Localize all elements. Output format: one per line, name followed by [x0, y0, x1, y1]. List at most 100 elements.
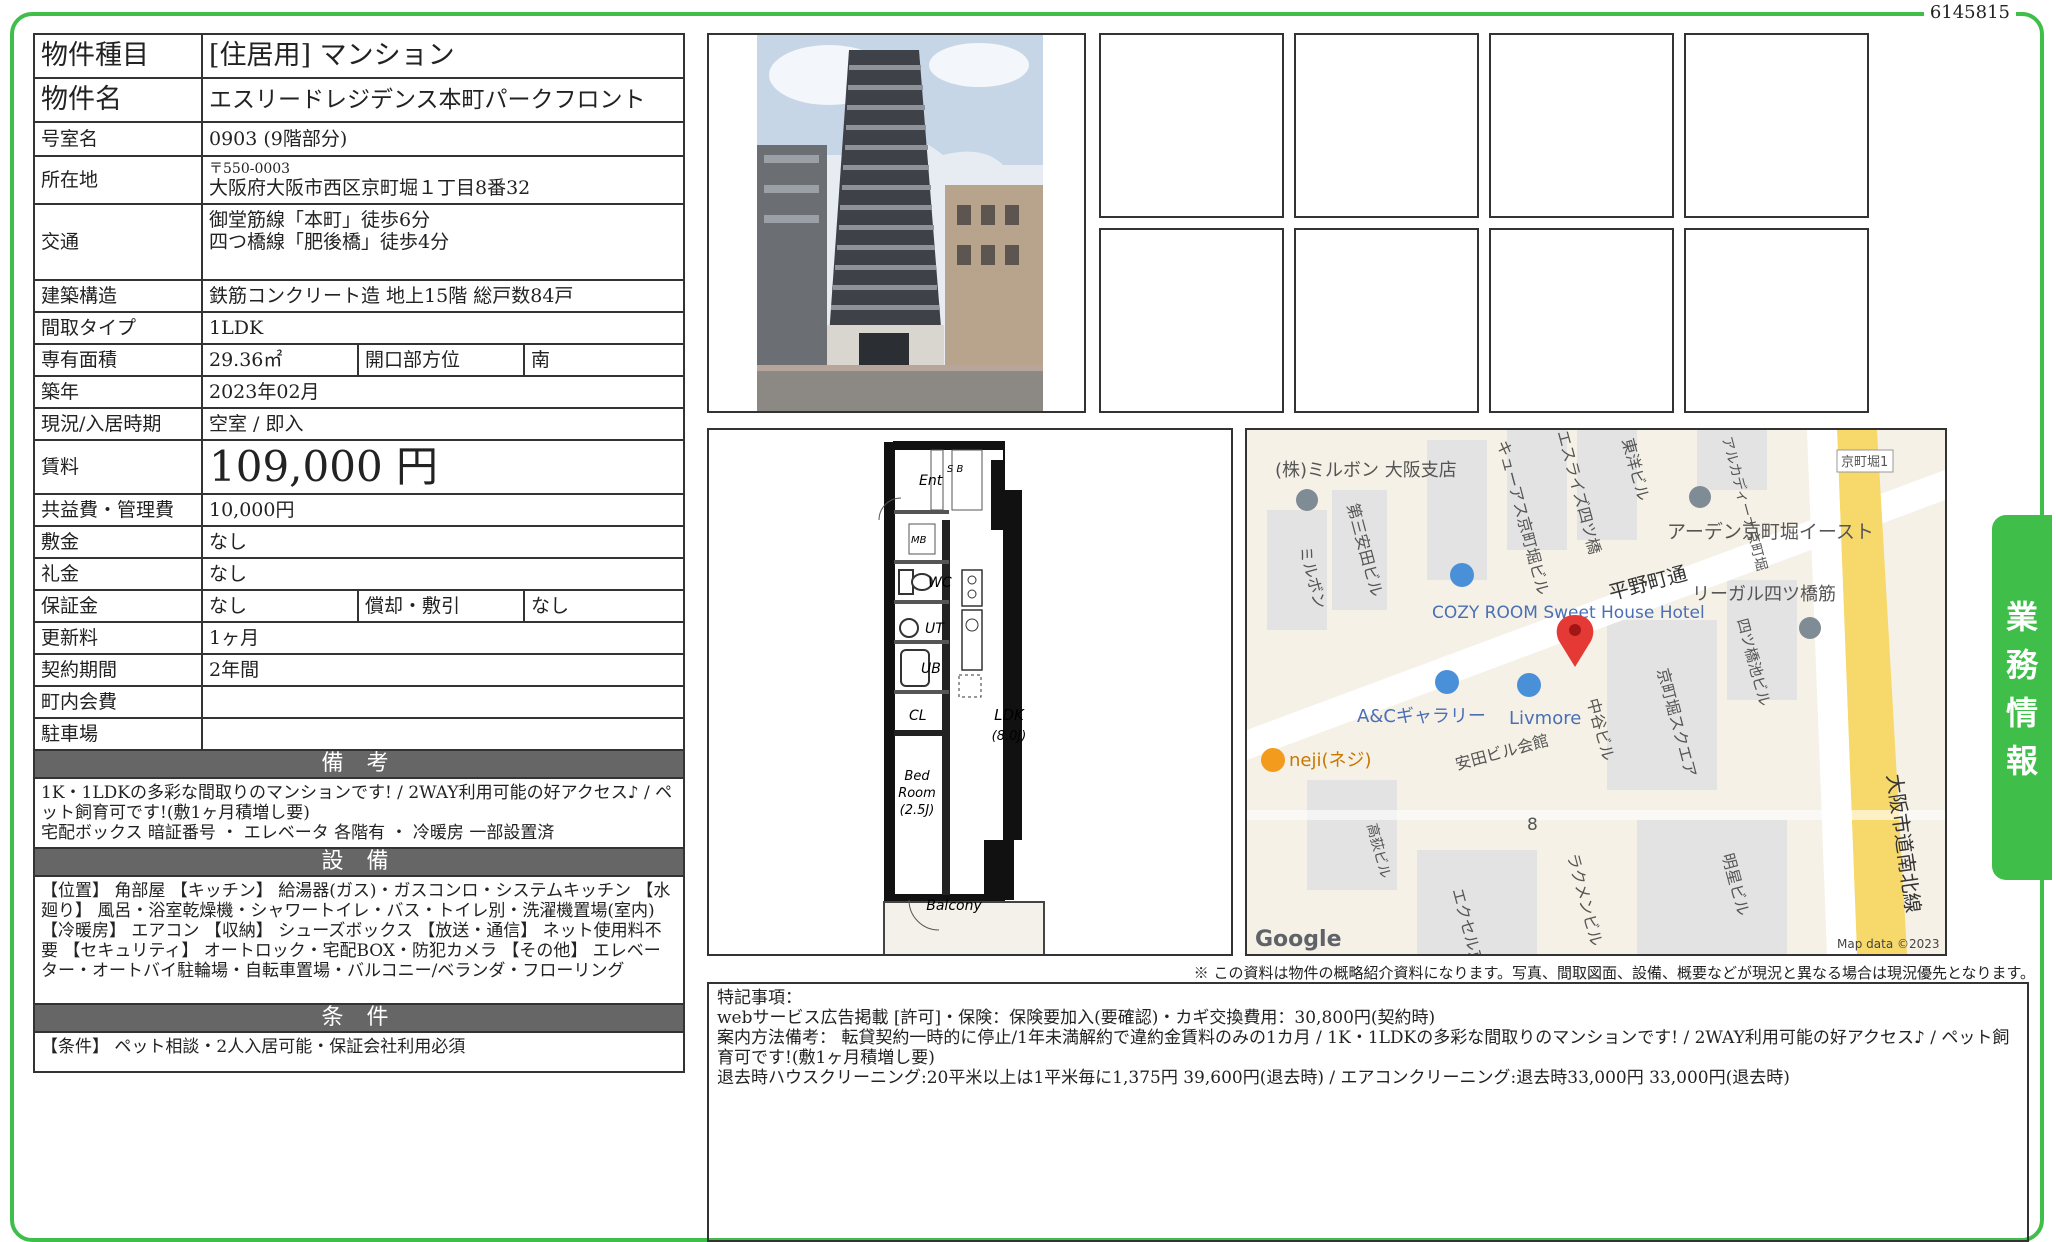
- map-google-logo: Google: [1255, 927, 1342, 952]
- plan-wc: WC: [928, 575, 952, 591]
- label-layout: 間取タイプ: [33, 311, 203, 345]
- value-community: [201, 685, 685, 719]
- plan-bed-size: (2.5J): [900, 803, 935, 818]
- photo-slot-4[interactable]: [1684, 33, 1869, 218]
- label-guarantee: 保証金: [33, 589, 203, 623]
- special-title: 特記事項：: [717, 988, 802, 1008]
- value-address: 〒550-0003 大阪府大阪市西区京町堀１丁目8番32: [201, 155, 685, 205]
- map-label-regal: リーガル四ツ橋筋: [1692, 584, 1836, 605]
- value-fee: 10,000円: [201, 493, 685, 527]
- special-line-2: 案内方法備考： 転貸契約一時的に停止/1年未満解約で違約金賃料のみの1カ月 / …: [717, 1028, 2010, 1068]
- map-canvas: (株)ミルボン 大阪支店 ミルボン 第三安田ビル キューアス京町堀ビル エスライ…: [1247, 430, 1945, 954]
- plan-ent: Ent: [919, 473, 943, 489]
- remarks-line-2: 宅配ボックス 暗証番号 ・ エレベータ 各階有 ・ 冷暖房 一部設置済: [41, 823, 555, 843]
- document-id: 6145815: [1923, 2, 2016, 23]
- label-fee: 共益費・管理費: [33, 493, 203, 527]
- label-key-money: 礼金: [33, 557, 203, 591]
- photo-slot-6[interactable]: [1294, 228, 1479, 413]
- map-label-ac: A&Cギャラリー: [1357, 706, 1486, 727]
- plan-ut: UT: [925, 621, 945, 637]
- map-label-neji: neji(ネジ): [1289, 750, 1372, 771]
- photo-slot-3[interactable]: [1489, 33, 1674, 218]
- address-text: 大阪府大阪市西区京町堀１丁目8番32: [209, 177, 531, 199]
- value-rent: 109,000 円: [201, 439, 685, 495]
- map-label-block8: 8: [1527, 815, 1538, 835]
- floor-plan[interactable]: Ent S B MB WC UT UB CL LDK (8.0J) Bed Ro…: [707, 428, 1233, 958]
- value-name: エスリードレジデンス本町パークフロント: [201, 77, 685, 123]
- plan-ldk: LDK: [994, 706, 1025, 724]
- value-contract: 2年間: [201, 653, 685, 687]
- plan-mb: MB: [911, 535, 927, 546]
- photo-slot-1[interactable]: [1099, 33, 1284, 218]
- map-label-arden: アーデン京町堀イースト: [1667, 521, 1874, 543]
- postal-code: 〒550-0003: [209, 161, 291, 177]
- plan-bed-2: Room: [898, 786, 936, 801]
- value-built: 2023年02月: [201, 375, 685, 409]
- label-room: 号室名: [33, 121, 203, 157]
- label-renewal: 更新料: [33, 621, 203, 655]
- remarks-line-1: 1K・1LDKの多彩な間取りのマンションです! / 2WAY利用可能の好アクセス…: [41, 783, 673, 823]
- photo-slot-8[interactable]: [1684, 228, 1869, 413]
- value-transport: 御堂筋線「本町」徒歩6分 四つ橋線「肥後橋」徒歩4分: [201, 203, 685, 281]
- label-type: 物件種目: [33, 33, 203, 79]
- label-community: 町内会費: [33, 685, 203, 719]
- remarks-body: 1K・1LDKの多彩な間取りのマンションです! / 2WAY利用可能の好アクセス…: [33, 777, 685, 849]
- building-photo[interactable]: [707, 33, 1086, 413]
- value-deposit: なし: [201, 525, 685, 559]
- value-status: 空室 / 即入: [201, 407, 685, 441]
- conditions-heading: 条 件: [33, 1003, 685, 1033]
- map-label-livmore: Livmore: [1509, 708, 1581, 729]
- value-amortization: なし: [523, 589, 685, 623]
- value-area: 29.36㎡: [201, 343, 359, 377]
- label-area: 専有面積: [33, 343, 203, 377]
- label-built: 築年: [33, 375, 203, 409]
- value-layout: 1LDK: [201, 311, 685, 345]
- map-label-milbon-branch: (株)ミルボン 大阪支店: [1275, 460, 1457, 481]
- label-deposit: 敷金: [33, 525, 203, 559]
- value-parking: [201, 717, 685, 751]
- value-type: [住居用] マンション: [201, 33, 685, 79]
- equipment-heading: 設 備: [33, 847, 685, 877]
- value-renewal: 1ヶ月: [201, 621, 685, 655]
- label-structure: 建築構造: [33, 279, 203, 313]
- plan-balcony: Balcony: [926, 898, 982, 914]
- floor-plan-drawing: Ent S B MB WC UT UB CL LDK (8.0J) Bed Ro…: [878, 441, 1045, 958]
- label-status: 現況/入居時期: [33, 407, 203, 441]
- restaurant-pin-icon: [1261, 748, 1285, 772]
- special-remarks: 特記事項： webサービス広告掲載 [許可]・保険：保険要加入(要確認)・カギ交…: [707, 982, 2029, 1242]
- photo-slot-7[interactable]: [1489, 228, 1674, 413]
- label-name: 物件名: [33, 77, 203, 123]
- plan-ub: UB: [921, 661, 941, 677]
- photo-slot-5[interactable]: [1099, 228, 1284, 413]
- special-line-1: webサービス広告掲載 [許可]・保険：保険要加入(要確認)・カギ交換費用：30…: [717, 1008, 1436, 1028]
- plan-cl: CL: [909, 708, 927, 724]
- equipment-body: 【位置】 角部屋 【キッチン】 給湯器(ガス)・ガスコンロ・システムキッチン 【…: [33, 875, 685, 1005]
- value-room: 0903 (9階部分): [201, 121, 685, 157]
- value-key-money: なし: [201, 557, 685, 591]
- remarks-heading: 備 考: [33, 749, 685, 779]
- value-direction: 南: [523, 343, 685, 377]
- label-amortization: 償却・敷引: [357, 589, 525, 623]
- label-transport: 交通: [33, 203, 203, 281]
- side-tab-label: 業務情報: [2005, 598, 2038, 780]
- label-contract: 契約期間: [33, 653, 203, 687]
- label-address: 所在地: [33, 155, 203, 205]
- label-rent: 賃料: [33, 439, 203, 495]
- label-parking: 駐車場: [33, 717, 203, 751]
- map-label-kyomachi1: 京町堀1: [1841, 455, 1888, 470]
- location-map[interactable]: (株)ミルボン 大阪支店 ミルボン 第三安田ビル キューアス京町堀ビル エスライ…: [1245, 428, 1947, 956]
- transport-line-2: 四つ橋線「肥後橋」徒歩4分: [209, 231, 450, 253]
- side-tab[interactable]: 業務情報: [1992, 515, 2052, 880]
- label-direction: 開口部方位: [357, 343, 525, 377]
- special-line-3: 退去時ハウスクリーニング:20平米以上は1平米毎に1,375円 39,600円(…: [717, 1068, 1790, 1088]
- value-guarantee: なし: [201, 589, 359, 623]
- plan-sb: S B: [947, 464, 964, 475]
- value-structure: 鉄筋コンクリート造 地上15階 総戸数84戸: [201, 279, 685, 313]
- property-info-table: 物件種目 [住居用] マンション 物件名 エスリードレジデンス本町パークフロント 号…: [33, 33, 685, 1073]
- photo-slot-2[interactable]: [1294, 33, 1479, 218]
- building-photo-image: [757, 35, 1043, 411]
- plan-ldk-size: (8.0J): [992, 729, 1027, 744]
- transport-line-1: 御堂筋線「本町」徒歩6分: [209, 209, 431, 231]
- plan-bed-1: Bed: [904, 769, 930, 784]
- disclaimer: ※ この資料は物件の概略紹介資料になります。写真、間取図面、設備、概要などが現況…: [1193, 964, 2035, 982]
